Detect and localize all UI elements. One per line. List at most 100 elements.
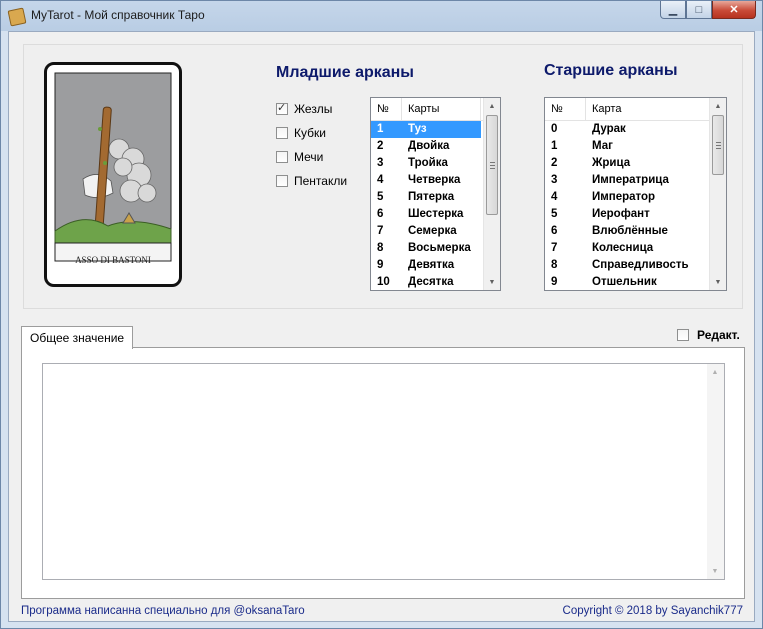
minor-arcana-list[interactable]: № Карты 1 Туз 2 Двойка 3 Тройка 4 Четверка 5 Пяте… (370, 97, 501, 291)
item-number: 8 (551, 259, 558, 271)
item-number: 4 (377, 174, 384, 186)
card-caption: ASSO DI BASTONI (75, 255, 151, 265)
item-number: 7 (377, 225, 384, 237)
app-window: MyTarot - Мой справочник Таро ▁ □ ✕ ASSO… (0, 0, 763, 629)
item-name: Маг (592, 140, 613, 152)
item-name: Семерка (408, 225, 457, 237)
item-name: Четверка (408, 174, 461, 186)
item-number: 7 (551, 242, 558, 254)
item-name: Двойка (408, 140, 450, 152)
meaning-textarea[interactable]: ▲ ▼ (42, 363, 725, 580)
meaning-panel: ▲ ▼ (21, 347, 745, 599)
item-number: 9 (377, 259, 384, 271)
item-name: Жрица (592, 157, 631, 169)
list-item[interactable]: 5 Иерофант (545, 206, 726, 223)
title-bar[interactable]: MyTarot - Мой справочник Таро ▁ □ ✕ (1, 1, 762, 31)
column-cards[interactable]: Карты (402, 98, 481, 120)
suit-swords[interactable]: Мечи (276, 145, 347, 169)
list-item[interactable]: 7 Семерка (371, 223, 500, 240)
item-name: Иерофант (592, 208, 650, 220)
suit-swords-checkbox[interactable] (276, 151, 288, 163)
major-arcana-heading: Старшие арканы (544, 62, 678, 79)
list-item[interactable]: 8 Восьмерка (371, 240, 500, 257)
item-number: 6 (377, 208, 384, 220)
list-header: № Карта (545, 98, 726, 121)
list-item[interactable]: 10 Десятка (371, 274, 500, 290)
list-item[interactable]: 6 Влюблённые (545, 223, 726, 240)
scroll-thumb[interactable] (486, 115, 498, 215)
minimize-button[interactable]: ▁ (660, 1, 686, 19)
scroll-up-icon[interactable]: ▲ (707, 364, 723, 380)
list-item[interactable]: 4 Четверка (371, 172, 500, 189)
list-item[interactable]: 3 Тройка (371, 155, 500, 172)
item-name: Отшельник (592, 276, 657, 288)
suit-pentacles-label: Пентакли (294, 174, 348, 188)
list-item[interactable]: 5 Пятерка (371, 189, 500, 206)
list-item[interactable]: 9 Отшельник (545, 274, 726, 290)
suit-wands-label: Жезлы (294, 102, 333, 116)
item-number: 6 (551, 225, 558, 237)
suit-pentacles[interactable]: Пентакли (276, 169, 347, 193)
scroll-down-icon[interactable]: ▼ (484, 274, 500, 290)
edit-label: Редакт. (697, 328, 740, 342)
item-name: Справедливость (592, 259, 689, 271)
client-area: ASSO DI BASTONI Младшие арканы Старшие а… (8, 31, 755, 622)
tarot-card-icon (7, 7, 27, 27)
list-item[interactable]: 1 Туз (371, 121, 500, 138)
scroll-down-icon[interactable]: ▼ (707, 563, 723, 579)
footer-copyright: Copyright © 2018 by Sayanchik777 (562, 605, 743, 617)
item-name: Тройка (408, 157, 448, 169)
list-item[interactable]: 1 Маг (545, 138, 726, 155)
maximize-button[interactable]: □ (686, 1, 712, 19)
suit-cups[interactable]: Кубки (276, 121, 347, 145)
item-name: Император (592, 191, 656, 203)
suit-wands[interactable]: Жезлы (276, 97, 347, 121)
meaning-scrollbar[interactable]: ▲ ▼ (707, 364, 724, 579)
list-item[interactable]: 9 Девятка (371, 257, 500, 274)
major-list-scrollbar[interactable]: ▲ ▼ (709, 98, 726, 290)
list-item[interactable]: 8 Справедливость (545, 257, 726, 274)
suit-swords-label: Мечи (294, 150, 324, 164)
list-item[interactable]: 2 Двойка (371, 138, 500, 155)
ace-of-wands-illustration (53, 71, 173, 278)
list-item[interactable]: 4 Император (545, 189, 726, 206)
list-item[interactable]: 7 Колесница (545, 240, 726, 257)
item-name: Дурак (592, 123, 626, 135)
item-name: Десятка (408, 276, 454, 288)
minor-arcana-heading: Младшие арканы (276, 64, 414, 81)
list-header: № Карты (371, 98, 500, 121)
scroll-up-icon[interactable]: ▲ (484, 98, 500, 114)
list-item[interactable]: 0 Дурак (545, 121, 726, 138)
suit-pentacles-checkbox[interactable] (276, 175, 288, 187)
item-number: 10 (377, 276, 390, 288)
close-button[interactable]: ✕ (712, 1, 756, 19)
column-number[interactable]: № (371, 98, 402, 120)
item-name: Колесница (592, 242, 654, 254)
suit-cups-checkbox[interactable] (276, 127, 288, 139)
minor-list-scrollbar[interactable]: ▲ ▼ (483, 98, 500, 290)
window-title: MyTarot - Мой справочник Таро (31, 8, 205, 22)
item-name: Влюблённые (592, 225, 668, 237)
edit-toggle[interactable]: Редакт. (677, 328, 740, 342)
scroll-up-icon[interactable]: ▲ (710, 98, 726, 114)
major-arcana-list[interactable]: № Карта 0 Дурак 1 Маг 2 Жрица 3 Императрица 4 Имп… (544, 97, 727, 291)
column-card[interactable]: Карта (586, 98, 710, 120)
item-number: 1 (551, 140, 558, 152)
item-number: 8 (377, 242, 384, 254)
list-item[interactable]: 3 Императрица (545, 172, 726, 189)
item-number: 5 (551, 208, 558, 220)
list-item[interactable]: 6 Шестерка (371, 206, 500, 223)
suit-wands-checkbox[interactable] (276, 101, 288, 115)
item-number: 1 (371, 121, 402, 138)
scroll-thumb[interactable] (712, 115, 724, 175)
edit-checkbox[interactable] (677, 329, 689, 341)
list-item[interactable]: 2 Жрица (545, 155, 726, 172)
item-number: 5 (377, 191, 384, 203)
item-name: Пятерка (408, 191, 455, 203)
item-name: Восьмерка (408, 242, 471, 254)
item-number: 0 (551, 123, 558, 135)
column-number[interactable]: № (545, 98, 586, 120)
scroll-down-icon[interactable]: ▼ (710, 274, 726, 290)
tab-general-meaning[interactable]: Общее значение (21, 326, 134, 349)
item-number: 4 (551, 191, 558, 203)
